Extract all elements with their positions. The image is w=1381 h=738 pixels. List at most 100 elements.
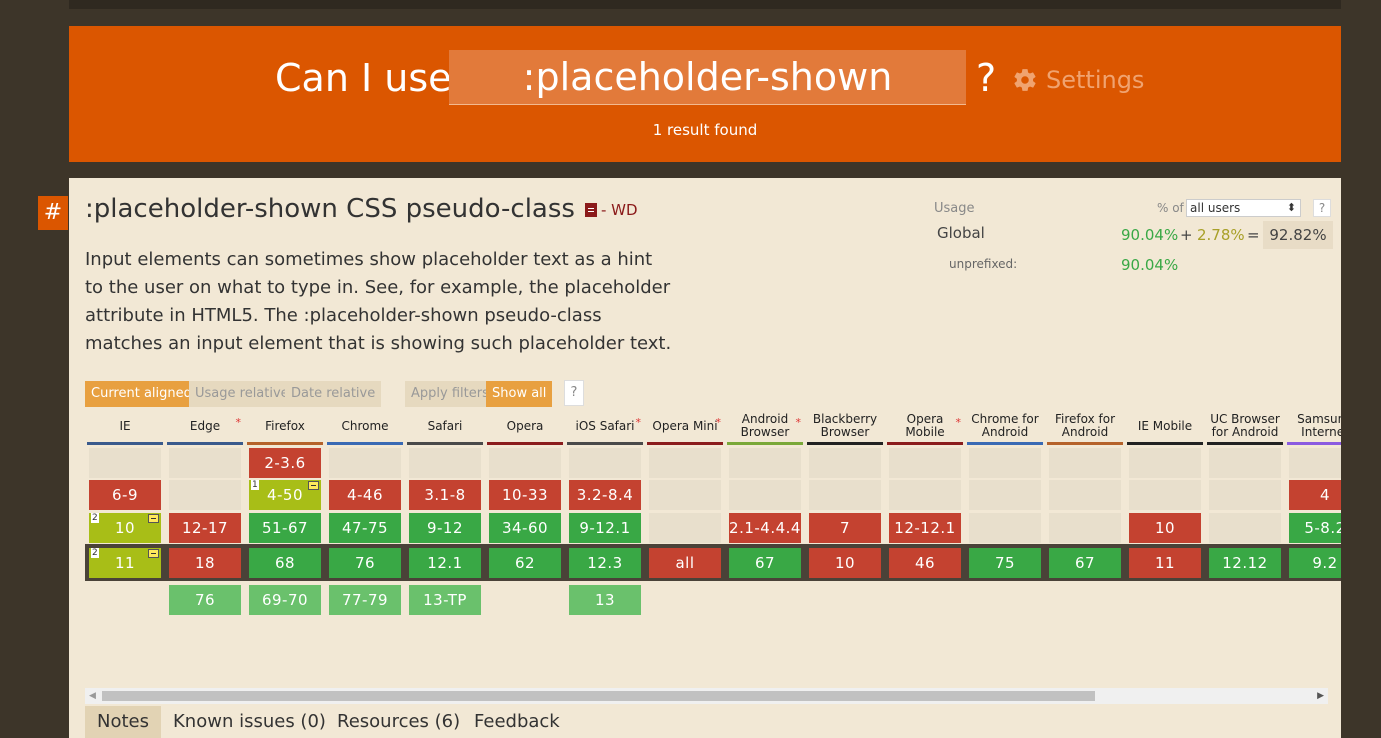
settings-link[interactable]: Settings <box>1012 66 1144 94</box>
support-cell-chrome-f1[interactable]: 77-79 <box>329 585 401 615</box>
browser-name: Opera Mobile <box>905 412 945 439</box>
support-cell-android-browser-p0[interactable]: 2.1-4.4.4 <box>729 513 801 543</box>
browser-header-opera-mini: Opera Mini * <box>647 407 723 445</box>
support-cell-android-browser-cur[interactable]: 67 <box>729 548 801 578</box>
support-cell-chrome-p0[interactable]: 47-75 <box>329 513 401 543</box>
version-label: 12-17 <box>181 519 229 537</box>
search-input[interactable] <box>449 50 966 105</box>
support-cell-edge-p0[interactable]: 12-17 <box>169 513 241 543</box>
support-cell-ie-cur[interactable]: 11 2 <box>89 548 161 578</box>
version-label: 9-12 <box>426 519 464 537</box>
tab-resources[interactable]: Resources (6) <box>325 706 473 738</box>
support-cell-opera-cur[interactable]: 62 <box>489 548 561 578</box>
browser-color-bar <box>967 442 1043 445</box>
support-cell-samsung-internet-p0[interactable]: 5-8.2 <box>1289 513 1341 543</box>
browser-name: UC Browser for Android <box>1210 412 1280 439</box>
support-cell-opera-p1[interactable]: 10-33 <box>489 480 561 510</box>
disabled-flag-icon <box>308 481 319 490</box>
support-cell-edge-f1[interactable]: 76 <box>169 585 241 615</box>
support-cell-chrome-for-android-cur[interactable]: 75 <box>969 548 1041 578</box>
support-cell-opera-mobile-p0[interactable]: 12-12.1 <box>889 513 961 543</box>
support-cell-ie-p0[interactable]: 10 2 <box>89 513 161 543</box>
support-cell-blackberry-browser-cur[interactable]: 10 <box>809 548 881 578</box>
support-cell-firefox-cur[interactable]: 68 <box>249 548 321 578</box>
support-cell-safari-p0[interactable]: 9-12 <box>409 513 481 543</box>
results-count: 1 result found <box>652 121 758 139</box>
support-cell-samsung-internet-cur[interactable]: 9.2 <box>1289 548 1341 578</box>
browser-color-bar <box>167 442 243 445</box>
support-cell-ie-p2 <box>89 448 161 478</box>
spec-document-icon[interactable] <box>584 202 597 217</box>
scroll-right-arrow-icon[interactable]: ▶ <box>1317 691 1324 701</box>
support-cell-edge-cur[interactable]: 18 <box>169 548 241 578</box>
support-cell-ios-safari-p1[interactable]: 3.2-8.4 <box>569 480 641 510</box>
version-label: 77-79 <box>341 591 389 609</box>
support-cell-chrome-p1[interactable]: 4-46 <box>329 480 401 510</box>
support-cell-ios-safari-p0[interactable]: 9-12.1 <box>569 513 641 543</box>
support-cell-opera-mobile-cur[interactable]: 46 <box>889 548 961 578</box>
support-cell-safari-p1[interactable]: 3.1-8 <box>409 480 481 510</box>
browser-header-firefox-for-android: Firefox for Android <box>1047 407 1123 445</box>
browser-color-bar <box>807 442 883 445</box>
show-all-button[interactable]: Show all <box>486 381 553 407</box>
support-cell-firefox-f1[interactable]: 69-70 <box>249 585 321 615</box>
global-label: Global <box>937 224 985 242</box>
browser-name: Opera Mini <box>652 418 718 433</box>
feature-anchor-link[interactable]: # <box>38 196 68 230</box>
support-cell-uc-browser-for-android-cur[interactable]: 12.12 <box>1209 548 1281 578</box>
version-label: 4-50 <box>266 486 304 504</box>
support-cell-firefox-p3[interactable]: 2-3.6 <box>249 448 321 478</box>
browser-name: Chrome <box>341 418 389 433</box>
equals-sign: = <box>1247 226 1260 244</box>
support-cell-firefox-p0[interactable]: 51-67 <box>249 513 321 543</box>
support-cell-opera-mini-p1 <box>649 480 721 510</box>
browser-header-chrome: Chrome <box>327 407 403 445</box>
filters-help-button[interactable]: ? <box>564 380 584 406</box>
support-cell-blackberry-browser-p2 <box>809 448 881 478</box>
browser-color-bar <box>647 442 723 445</box>
support-cell-ios-safari-f1[interactable]: 13 <box>569 585 641 615</box>
version-label: 62 <box>514 554 536 572</box>
support-cell-firefox-for-android-p1 <box>1049 480 1121 510</box>
support-cell-firefox-p1[interactable]: 4-50 1 <box>249 480 321 510</box>
browser-color-bar <box>1287 442 1341 445</box>
support-cell-chrome-cur[interactable]: 76 <box>329 548 401 578</box>
users-select[interactable]: all users <box>1186 199 1301 217</box>
prefix-note-star: * <box>635 416 642 429</box>
version-label: 46 <box>914 554 936 572</box>
version-label: 13-TP <box>423 591 467 609</box>
apply-filters-button[interactable]: Apply filters <box>405 381 495 407</box>
note-number: 2 <box>91 548 100 558</box>
spec-status[interactable]: - WD <box>601 201 638 219</box>
plus-sign: + <box>1180 226 1193 244</box>
version-label: 76 <box>354 554 376 572</box>
prefix-note-star: * <box>795 416 802 429</box>
prefix-note-star: * <box>955 416 962 429</box>
support-cell-safari-f1[interactable]: 13-TP <box>409 585 481 615</box>
support-cell-firefox-for-android-cur[interactable]: 67 <box>1049 548 1121 578</box>
support-cell-ie-mobile-cur[interactable]: 11 <box>1129 548 1201 578</box>
scroll-left-arrow-icon[interactable]: ◀ <box>89 691 96 701</box>
tab-known-issues[interactable]: Known issues (0) <box>161 706 338 738</box>
usage-relative-button[interactable]: Usage relative <box>189 381 295 407</box>
support-cell-blackberry-browser-p0[interactable]: 7 <box>809 513 881 543</box>
browser-name: Blackberry Browser <box>812 412 878 439</box>
scroll-thumb[interactable] <box>102 691 1095 701</box>
support-cell-ie-mobile-p0[interactable]: 10 <box>1129 513 1201 543</box>
version-label: 47-75 <box>341 519 389 537</box>
support-cell-samsung-internet-p1[interactable]: 4 <box>1289 480 1341 510</box>
support-cell-opera-mini-p2 <box>649 448 721 478</box>
support-cell-ios-safari-cur[interactable]: 12.3 <box>569 548 641 578</box>
table-scrollbar[interactable]: ◀ ▶ <box>85 688 1328 704</box>
support-cell-opera-mini-cur[interactable]: all <box>649 548 721 578</box>
tab-feedback[interactable]: Feedback <box>462 706 572 738</box>
version-label: 9.2 <box>1312 554 1338 572</box>
support-cell-edge-p1 <box>169 480 241 510</box>
tab-notes[interactable]: Notes <box>85 706 161 738</box>
support-cell-ie-p1[interactable]: 6-9 <box>89 480 161 510</box>
support-cell-safari-cur[interactable]: 12.1 <box>409 548 481 578</box>
support-cell-opera-p0[interactable]: 34-60 <box>489 513 561 543</box>
date-relative-button[interactable]: Date relative <box>285 381 382 407</box>
usage-help-button[interactable]: ? <box>1313 199 1331 217</box>
current-aligned-button[interactable]: Current aligned <box>85 381 198 407</box>
